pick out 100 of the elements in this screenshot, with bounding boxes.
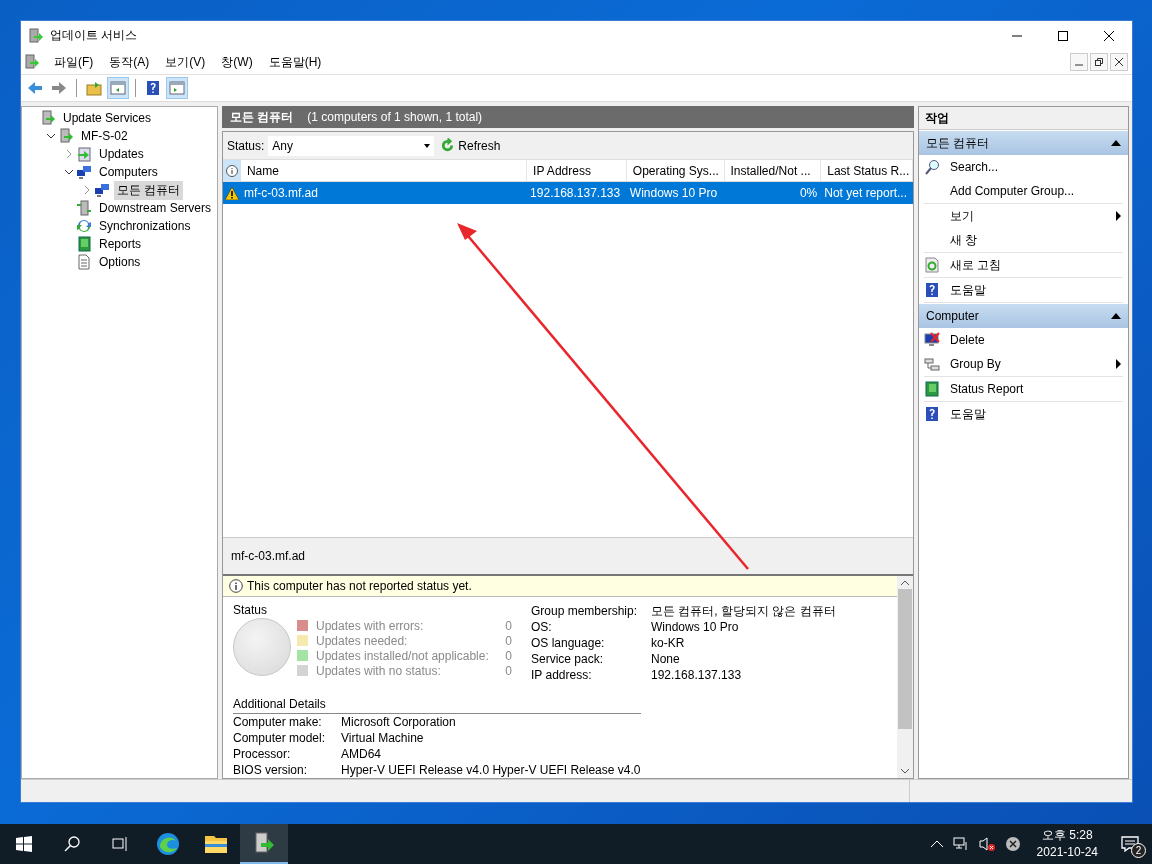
action-item[interactable]: 새 창 [950, 231, 978, 249]
table-cell-text: Not yet report... [823, 186, 908, 200]
property-value: None [651, 652, 680, 666]
chevron-down-icon[interactable] [65, 168, 73, 176]
tree-item[interactable]: 모든 컴퓨터 [114, 180, 184, 200]
caret-icon [424, 143, 431, 148]
tree-item[interactable]: Synchronizations [96, 218, 194, 234]
section-heading: Additional Details [233, 697, 326, 711]
action-item[interactable]: 새로 고침 [950, 256, 1002, 274]
section-header[interactable]: Computer [919, 304, 1128, 328]
action-item[interactable]: 보기 [950, 207, 974, 225]
close-icon [1115, 58, 1123, 66]
menu-item[interactable]: 파일(F) [46, 53, 102, 71]
action-item[interactable]: Group By [950, 357, 1001, 371]
server-icon [28, 27, 44, 44]
chevron-down-icon[interactable] [47, 132, 55, 140]
pane-toggle-button[interactable] [166, 77, 188, 99]
info-icon [229, 579, 243, 593]
clock-time: 오후 5:28 [1041, 827, 1093, 844]
column-header[interactable]: Last Status R... [821, 160, 913, 181]
panel-title: 모든 컴퓨터 [230, 108, 294, 126]
scrollbar[interactable] [897, 576, 913, 778]
table-cell-text: 192.168.137.133 [529, 186, 622, 200]
maximize-icon [1058, 30, 1068, 41]
property-label: Group membership: [531, 604, 639, 618]
pane-toggle-button[interactable] [107, 77, 129, 99]
section-header[interactable]: 모든 컴퓨터 [919, 131, 1128, 155]
tree-item[interactable]: Updates [96, 146, 147, 162]
help-icon [924, 282, 940, 298]
speaker-muted-icon[interactable] [978, 836, 995, 852]
pane-icon [169, 80, 185, 96]
legend-label: Updates needed: [316, 633, 409, 648]
menu-item[interactable]: 동작(A) [101, 53, 158, 71]
section-heading: Status [233, 603, 269, 617]
table-cell-text: Windows 10 Pro [628, 186, 719, 200]
tree-item[interactable]: Computers [96, 164, 161, 180]
network-icon[interactable] [952, 836, 969, 852]
detail-title: mf-c-03.mf.ad [231, 549, 305, 563]
arrow-left-icon [27, 80, 43, 96]
property-label: Processor: [233, 747, 292, 761]
close-button[interactable] [1110, 53, 1128, 71]
collapse-icon[interactable] [1111, 313, 1121, 319]
collapse-icon[interactable] [1111, 140, 1121, 146]
legend-count: 0 [504, 648, 512, 663]
close-circle-icon[interactable] [1004, 836, 1021, 852]
help-icon [145, 80, 161, 96]
property-value: Microsoft Corporation [341, 715, 456, 729]
property-label: Computer make: [233, 715, 323, 729]
computers-icon [76, 164, 92, 180]
menu-item[interactable]: 도움말(H) [260, 53, 330, 71]
close-icon [1104, 30, 1114, 41]
server-icon[interactable] [24, 54, 40, 70]
restore-button[interactable] [1090, 53, 1108, 71]
menu-item[interactable]: 창(W) [213, 53, 261, 71]
menu-item[interactable]: 보기(V) [157, 53, 214, 71]
property-label: OS: [531, 620, 553, 634]
property-label: Computer model: [233, 731, 327, 745]
column-header[interactable]: IP Address [527, 160, 627, 181]
server-icon [58, 128, 74, 144]
pane-icon [110, 80, 126, 96]
scroll-up-icon[interactable] [901, 580, 909, 585]
action-item[interactable]: 도움말 [950, 281, 986, 299]
property-label: OS language: [531, 636, 606, 650]
table-cell-text: 0% [798, 186, 819, 200]
window-title: 업데이트 서비스 [50, 27, 138, 44]
tree-item[interactable]: Update Services [60, 110, 155, 126]
folder-icon [86, 80, 102, 96]
computer-delete-icon [924, 332, 940, 348]
browser-icon [156, 832, 180, 856]
status-label: Status: [227, 138, 265, 153]
legend-count: 0 [504, 618, 512, 633]
clock[interactable]: 오후 5:28 2021-10-24 [1030, 827, 1104, 861]
action-item[interactable]: Search... [950, 160, 999, 174]
action-item[interactable]: 도움말 [950, 405, 986, 423]
help-icon [924, 406, 940, 422]
column-header[interactable]: Installed/Not ... [724, 160, 822, 181]
action-item[interactable]: Delete [950, 333, 985, 347]
property-value: Virtual Machine [341, 731, 424, 745]
column-header[interactable]: Operating Sys... [626, 160, 725, 181]
tree-item[interactable]: Options [96, 254, 144, 270]
action-item[interactable]: Add Computer Group... [950, 184, 1075, 198]
tree-item[interactable]: Downstream Servers [96, 200, 215, 216]
chevron-up-icon[interactable] [930, 840, 943, 848]
status-dropdown[interactable]: Any [268, 135, 435, 156]
table-row[interactable]: mf-c-03.mf.ad 192.168.137.133 Windows 10 Pro 0% Not yet report... [223, 182, 913, 204]
refresh-icon [924, 257, 940, 273]
chevron-right-icon[interactable] [83, 186, 91, 194]
app-button[interactable] [240, 824, 288, 864]
refresh-button[interactable]: Refresh [438, 138, 503, 153]
tree-item[interactable]: Reports [96, 236, 145, 252]
action-item[interactable]: Status Report [950, 382, 1024, 396]
chevron-right-icon[interactable] [65, 150, 73, 158]
property-label: IP address: [531, 668, 593, 682]
property-value: ko-KR [651, 636, 685, 650]
tree-item[interactable]: MF-S-02 [78, 128, 131, 144]
server-icon [76, 200, 92, 216]
scroll-down-icon[interactable] [901, 769, 909, 774]
report-book-icon [924, 381, 940, 397]
column-header[interactable]: Name [240, 160, 528, 181]
notifications-icon[interactable] [1121, 835, 1139, 853]
